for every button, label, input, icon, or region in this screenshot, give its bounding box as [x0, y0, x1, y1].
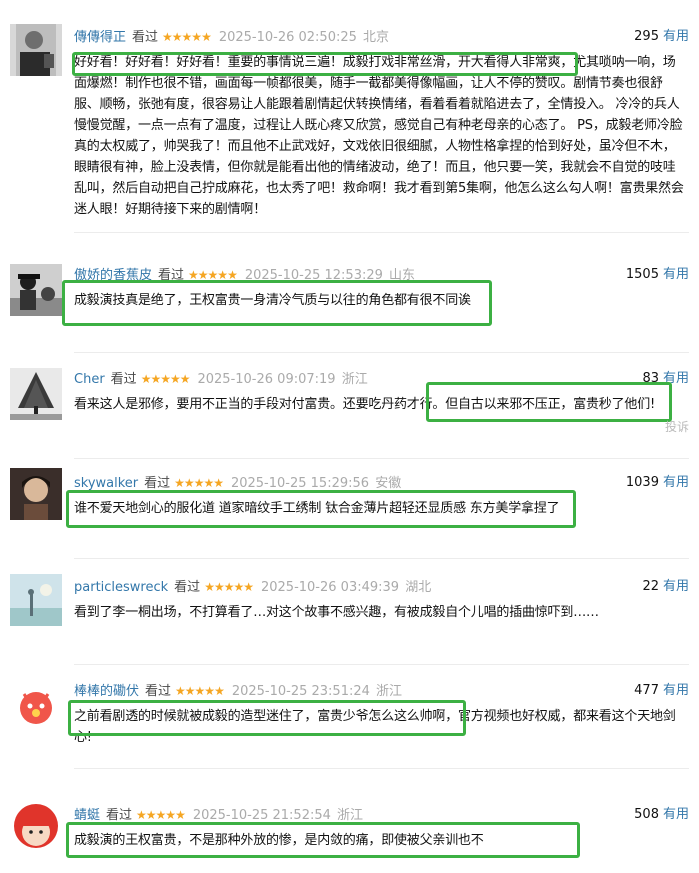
avatar[interactable] — [10, 468, 62, 520]
vote-count: 295 — [634, 29, 659, 44]
review-time: 2025-10-25 12:53:29 — [244, 268, 383, 283]
review-location: 浙江 — [337, 808, 364, 823]
username-link[interactable]: Cher — [74, 372, 105, 387]
review-meta: Cher 看过 ★★★★★ 2025-10-26 09:07:19 浙江 83 有用 — [74, 368, 689, 390]
username-link[interactable]: 棒棒的磡伏 — [74, 684, 139, 699]
review-time: 2025-10-25 23:51:24 — [231, 684, 370, 699]
review-meta: 蜻蜓 看过 ★★★★★ 2025-10-25 21:52:54 浙江 508 有用 — [74, 804, 689, 826]
review-location: 湖北 — [405, 580, 432, 595]
avatar[interactable] — [10, 800, 62, 852]
review-time: 2025-10-26 02:50:25 — [218, 30, 357, 45]
watch-status: 看过 — [132, 30, 159, 45]
vote-area: 22 有用 — [642, 576, 689, 598]
divider — [74, 664, 689, 665]
rating-stars: ★★★★★ — [174, 476, 224, 490]
avatar[interactable] — [10, 574, 62, 626]
avatar[interactable] — [10, 264, 62, 316]
vote-count: 1505 — [625, 267, 659, 282]
review-meta: 傲娇的香蕉皮 看过 ★★★★★ 2025-10-25 12:53:29 山东 1505… — [74, 264, 689, 286]
useful-button[interactable]: 有用 — [663, 475, 689, 490]
watch-status: 看过 — [158, 268, 185, 283]
vote-count: 1039 — [625, 475, 659, 490]
rating-stars: ★★★★★ — [136, 808, 186, 822]
vote-count: 508 — [634, 807, 659, 822]
divider — [74, 768, 689, 769]
avatar[interactable] — [10, 368, 62, 420]
review-meta: 傳傳得正 看过 ★★★★★ 2025-10-26 02:50:25 北京 295 有用 — [74, 26, 689, 48]
username-link[interactable]: skywalker — [74, 476, 138, 491]
username-link[interactable]: particleswreck — [74, 580, 168, 595]
rating-stars: ★★★★★ — [204, 580, 254, 594]
divider — [74, 232, 689, 233]
review-text: 成毅演技真是绝了，王权富贵一身清冷气质与以往的角色都有很不同诶 — [74, 293, 471, 308]
watch-status: 看过 — [174, 580, 201, 595]
review-time: 2025-10-26 09:07:19 — [197, 372, 336, 387]
review-location: 山东 — [389, 268, 416, 283]
vote-area: 508 有用 — [634, 804, 689, 826]
review-location: 安徽 — [375, 476, 402, 491]
review-location: 浙江 — [341, 372, 368, 387]
divider — [74, 558, 689, 559]
vote-area: 295 有用 — [634, 26, 689, 48]
rating-stars: ★★★★★ — [188, 268, 238, 282]
watch-status: 看过 — [106, 808, 133, 823]
rating-stars: ★★★★★ — [175, 684, 225, 698]
username-link[interactable]: 蜻蜓 — [74, 808, 100, 823]
username-link[interactable]: 傲娇的香蕉皮 — [74, 268, 152, 283]
rating-stars: ★★★★★ — [140, 372, 191, 386]
review-text: 看来这人是邪修，要用不正当的手段对付富贵。还要吃丹药才行。但自古以来邪不压正，富… — [74, 397, 656, 412]
report-link[interactable]: 投诉 — [665, 418, 689, 435]
review-meta: particleswreck 看过 ★★★★★ 2025-10-26 03:49:39… — [74, 576, 689, 598]
review-text: 之前看剧透的时候就被成毅的造型迷住了，富贵少爷怎么这么帅啊，官方视频也好权威，都… — [74, 709, 676, 745]
divider — [74, 352, 689, 353]
watch-status: 看过 — [144, 476, 171, 491]
useful-button[interactable]: 有用 — [663, 683, 689, 698]
review-text: 谁不爱天地剑心的服化道 道家暗纹手工绣制 钛合金薄片超轻还显质感 东方美学拿捏了 — [74, 501, 560, 516]
vote-area: 83 有用 — [642, 368, 689, 390]
review-meta: 棒棒的磡伏 看过 ★★★★★ 2025-10-25 23:51:24 浙江 477 有用 — [74, 680, 689, 702]
review-time: 2025-10-25 15:29:56 — [230, 476, 370, 491]
review-text: 好好看！好好看！好好看！重要的事情说三遍！成毅打戏非常丝滑，开大看得人非常爽，尤… — [74, 55, 684, 217]
review-text: 成毅演的王权富贵，不是那种外放的惨，是内敛的痛，即使被父亲训也不 — [74, 833, 484, 848]
useful-button[interactable]: 有用 — [663, 371, 689, 386]
divider — [74, 458, 689, 459]
review-location: 北京 — [363, 30, 390, 45]
useful-button[interactable]: 有用 — [663, 807, 689, 822]
vote-area: 1039 有用 — [626, 472, 689, 494]
review-time: 2025-10-25 21:52:54 — [192, 808, 331, 823]
avatar[interactable] — [10, 680, 62, 732]
review-meta: skywalker 看过 ★★★★★ 2025-10-25 15:29:56 安徽 1… — [74, 472, 689, 494]
useful-button[interactable]: 有用 — [663, 267, 689, 282]
useful-button[interactable]: 有用 — [663, 579, 689, 594]
rating-stars: ★★★★★ — [162, 30, 212, 44]
review-text: 看到了李一桐出场，不打算看了…对这个故事不感兴趣，有被成毅自个儿唱的插曲惊吓到…… — [74, 605, 599, 620]
avatar[interactable] — [10, 24, 62, 76]
vote-area: 1505 有用 — [626, 264, 689, 286]
review-location: 浙江 — [376, 684, 403, 699]
watch-status: 看过 — [145, 684, 172, 699]
vote-count: 477 — [634, 683, 659, 698]
review-time: 2025-10-26 03:49:39 — [260, 580, 400, 595]
vote-area: 477 有用 — [634, 680, 689, 702]
watch-status: 看过 — [110, 372, 137, 387]
vote-count: 22 — [642, 579, 659, 594]
username-link[interactable]: 傳傳得正 — [74, 30, 126, 45]
useful-button[interactable]: 有用 — [663, 29, 689, 44]
vote-count: 83 — [642, 371, 659, 386]
